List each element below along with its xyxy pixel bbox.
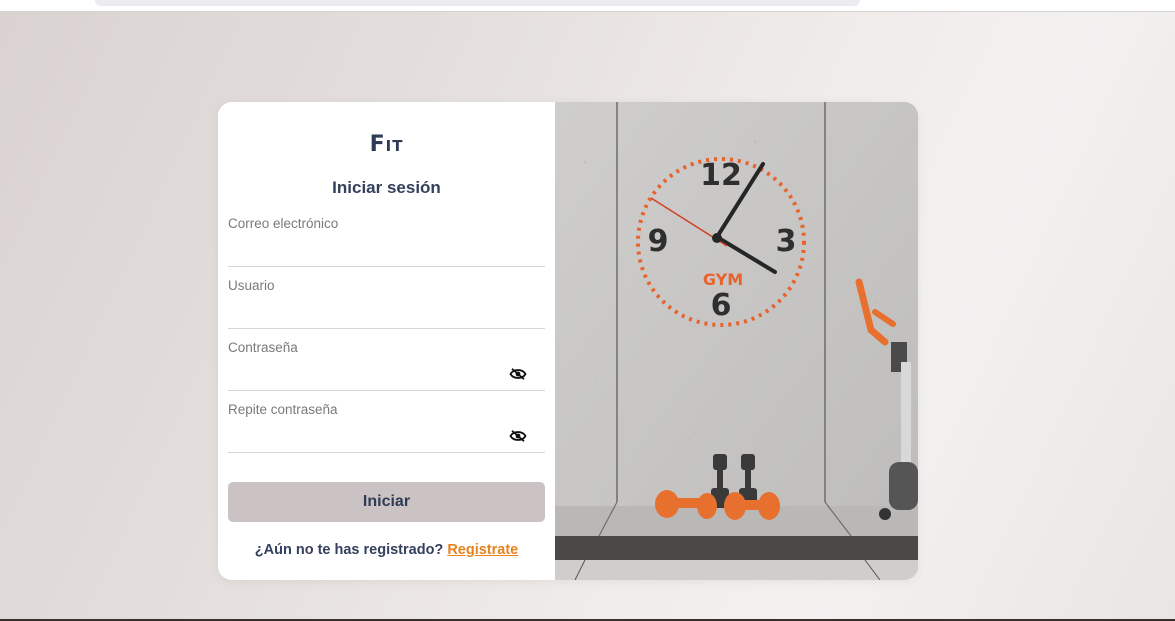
hero-image: 12 3 6 9 GYM bbox=[555, 102, 918, 580]
register-prompt-text: ¿Aún no te has registrado? bbox=[254, 542, 444, 558]
email-field[interactable]: Correo electrónico bbox=[228, 216, 545, 267]
floor bbox=[555, 560, 918, 580]
page-title: Iniciar sesión bbox=[332, 178, 441, 197]
shelf-front bbox=[555, 536, 918, 560]
repeat-password-field[interactable]: Repite contraseña bbox=[228, 402, 545, 453]
login-button[interactable]: Iniciar bbox=[228, 482, 545, 522]
username-field[interactable]: Usuario bbox=[228, 278, 545, 329]
clock-number-12: 12 bbox=[700, 158, 742, 193]
password-field[interactable]: Contraseña bbox=[228, 340, 545, 391]
username-input[interactable] bbox=[228, 300, 512, 326]
username-label: Usuario bbox=[228, 278, 275, 293]
eye-slash-icon[interactable] bbox=[509, 367, 527, 381]
browser-top-bar bbox=[0, 0, 1175, 12]
eye-slash-icon[interactable] bbox=[509, 429, 527, 443]
email-input[interactable] bbox=[228, 238, 512, 264]
clock-number-9: 9 bbox=[648, 224, 669, 259]
login-form: Fit Iniciar sesión Correo electrónico Us… bbox=[218, 102, 555, 580]
gym-wall-clock-illustration: 12 3 6 9 GYM bbox=[555, 102, 918, 580]
address-bar[interactable] bbox=[95, 0, 860, 6]
clock-brand-label: GYM bbox=[703, 270, 743, 289]
repeat-password-input[interactable] bbox=[228, 424, 512, 450]
password-input[interactable] bbox=[228, 362, 512, 388]
register-link[interactable]: Registrate bbox=[447, 542, 518, 558]
clock-number-6: 6 bbox=[711, 288, 732, 323]
email-label: Correo electrónico bbox=[228, 216, 339, 231]
login-card: Fit Iniciar sesión Correo electrónico Us… bbox=[218, 102, 918, 580]
brand-logo: Fit bbox=[369, 132, 404, 157]
register-prompt: ¿Aún no te has registrado? Registrate bbox=[218, 542, 555, 558]
password-label: Contraseña bbox=[228, 340, 298, 355]
repeat-password-label: Repite contraseña bbox=[228, 402, 338, 417]
clock-number-3: 3 bbox=[776, 224, 797, 259]
